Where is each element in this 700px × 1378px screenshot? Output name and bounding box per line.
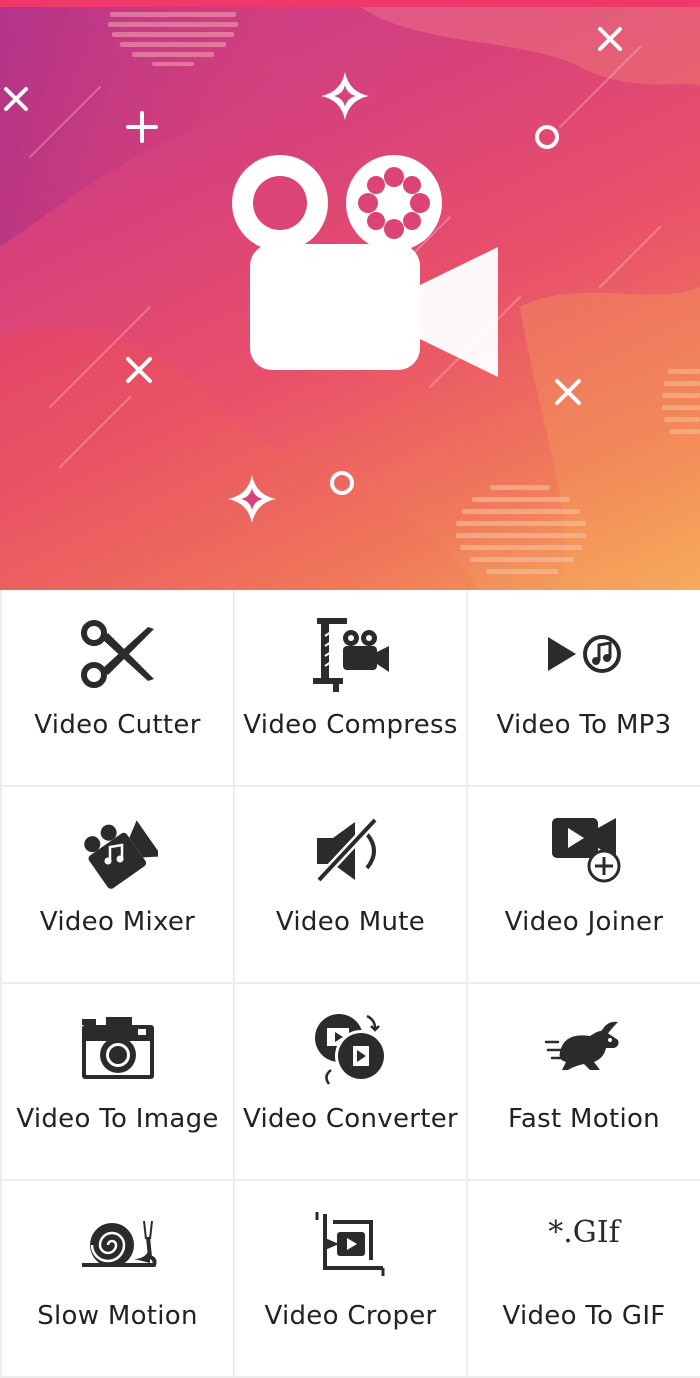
tool-label: Video Joiner bbox=[504, 907, 664, 937]
tool-video-mute[interactable]: Video Mute bbox=[235, 787, 466, 984]
tool-label: Slow Motion bbox=[37, 1301, 198, 1331]
tool-label: Video Mixer bbox=[39, 907, 196, 937]
tool-label: Video To MP3 bbox=[496, 710, 672, 740]
rabbit-icon bbox=[539, 1008, 629, 1088]
video-add-icon bbox=[539, 811, 629, 891]
status-strip bbox=[0, 0, 700, 7]
tool-label: Video To Image bbox=[16, 1104, 219, 1134]
crop-video-icon bbox=[306, 1205, 396, 1285]
tool-video-joiner[interactable]: Video Joiner bbox=[468, 787, 700, 984]
tool-video-to-image[interactable]: Video To Image bbox=[2, 984, 233, 1181]
tool-fast-motion[interactable]: Fast Motion bbox=[468, 984, 700, 1181]
gif-icon-text: *.GIf bbox=[548, 1214, 620, 1250]
play-music-note-icon bbox=[539, 614, 629, 694]
tool-label: Fast Motion bbox=[508, 1104, 660, 1134]
tool-label: Video Cutter bbox=[34, 710, 201, 740]
hero-banner bbox=[0, 7, 700, 590]
tool-label: Video Compress bbox=[243, 710, 458, 740]
snail-icon bbox=[73, 1205, 163, 1285]
tool-video-to-gif[interactable]: *.GIf Video To GIF bbox=[468, 1181, 700, 1378]
tools-grid: Video Cutter Video Compress Video To MP3… bbox=[0, 590, 700, 1378]
tool-video-mixer[interactable]: Video Mixer bbox=[2, 787, 233, 984]
clamp-camera-icon bbox=[306, 614, 396, 694]
hero-artwork bbox=[0, 7, 700, 590]
tool-label: Video To GIF bbox=[502, 1301, 666, 1331]
tool-slow-motion[interactable]: Slow Motion bbox=[2, 1181, 233, 1378]
tool-video-compress[interactable]: Video Compress bbox=[235, 590, 466, 787]
tool-video-converter[interactable]: Video Converter bbox=[235, 984, 466, 1181]
tool-video-to-mp3[interactable]: Video To MP3 bbox=[468, 590, 700, 787]
convert-film-icon bbox=[306, 1008, 396, 1088]
gif-icon: *.GIf bbox=[539, 1205, 629, 1285]
tool-video-croper[interactable]: Video Croper bbox=[235, 1181, 466, 1378]
scissors-icon bbox=[73, 614, 163, 694]
video-camera-icon bbox=[232, 155, 498, 377]
tool-video-cutter[interactable]: Video Cutter bbox=[2, 590, 233, 787]
tool-label: Video Croper bbox=[264, 1301, 437, 1331]
tool-label: Video Mute bbox=[275, 907, 426, 937]
photo-camera-icon bbox=[73, 1008, 163, 1088]
speaker-mute-icon bbox=[306, 811, 396, 891]
camera-music-icon bbox=[73, 811, 163, 891]
tool-label: Video Converter bbox=[242, 1104, 459, 1134]
